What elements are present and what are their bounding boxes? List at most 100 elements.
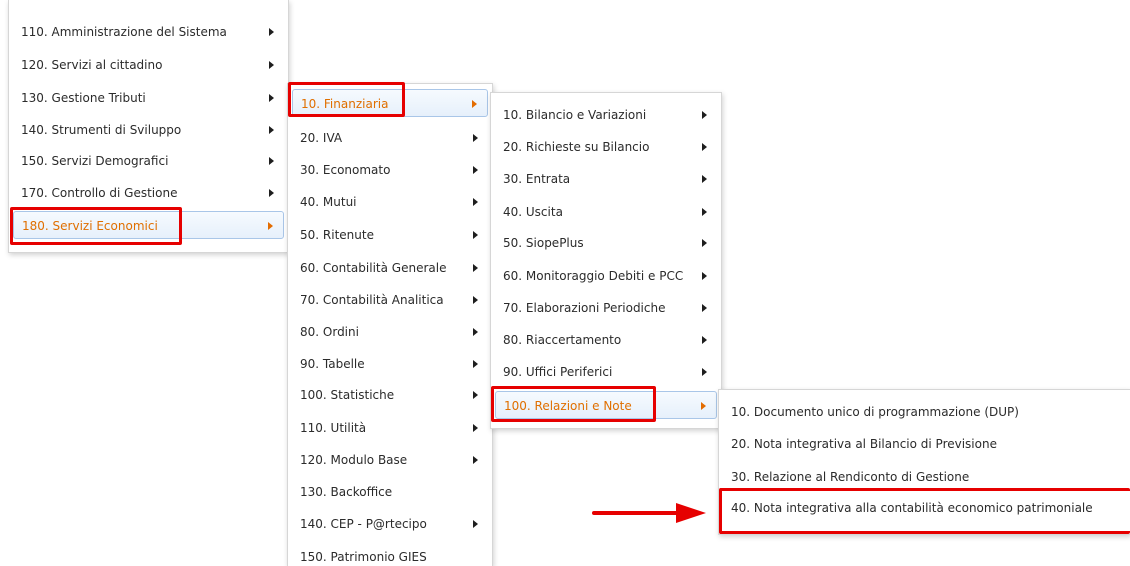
- menu-item-servizi-cittadino[interactable]: 120. Servizi al cittadino: [13, 51, 284, 79]
- menu-item-entrata[interactable]: 30. Entrata: [495, 165, 717, 193]
- menu-item-label: 10. Documento unico di programmazione (D…: [731, 405, 1019, 419]
- menu-item-label: 30. Relazione al Rendiconto di Gestione: [731, 470, 970, 484]
- menu-item-label: 180. Servizi Economici: [22, 219, 158, 233]
- menu-item-label: 20. IVA: [300, 131, 343, 145]
- menu-item-label: 20. Nota integrativa al Bilancio di Prev…: [731, 437, 997, 451]
- menu-item-backoffice[interactable]: 130. Backoffice: [292, 478, 488, 506]
- caret-right-icon: [473, 456, 478, 464]
- menu-item-label: 10. Bilancio e Variazioni: [503, 108, 647, 122]
- menu-item-riaccertamento[interactable]: 80. Riaccertamento: [495, 326, 717, 354]
- menu-item-label: 60. Contabilità Generale: [300, 261, 447, 275]
- menu-item-label: 110. Utilità: [300, 421, 367, 435]
- caret-right-icon: [269, 61, 274, 69]
- menu-item-finanziaria[interactable]: 10. Finanziaria: [292, 89, 488, 117]
- caret-right-icon: [473, 328, 478, 336]
- caret-right-icon: [702, 336, 707, 344]
- submenu-finanziaria: 10. Bilancio e Variazioni 20. Richieste …: [490, 92, 722, 429]
- menu-item-amministrazione-sistema[interactable]: 110. Amministrazione del Sistema: [13, 18, 284, 46]
- caret-right-icon: [473, 198, 478, 206]
- menu-item-label: 30. Economato: [300, 163, 391, 177]
- menu-item-label: 170. Controllo di Gestione: [21, 186, 178, 200]
- caret-right-icon: [473, 166, 478, 174]
- caret-right-icon: [472, 100, 477, 108]
- menu-item-ritenute[interactable]: 50. Ritenute: [292, 221, 488, 249]
- caret-right-icon: [268, 222, 273, 230]
- menu-item-label: 40. Uscita: [503, 205, 563, 219]
- caret-right-icon: [473, 520, 478, 528]
- menu-item-label: 100. Statistiche: [300, 388, 395, 402]
- caret-right-icon: [702, 304, 707, 312]
- menu-item-label: 20. Richieste su Bilancio: [503, 140, 650, 154]
- caret-right-icon: [473, 424, 478, 432]
- caret-right-icon: [473, 231, 478, 239]
- submenu-servizi-economici: 10. Finanziaria 20. IVA 30. Economato 40…: [287, 83, 493, 566]
- menu-item-label: 100. Relazioni e Note: [504, 399, 632, 413]
- menu-item-ordini[interactable]: 80. Ordini: [292, 318, 488, 346]
- caret-right-icon: [269, 126, 274, 134]
- submenu-relazioni-note: 10. Documento unico di programmazione (D…: [718, 389, 1130, 535]
- menu-item-relazione-rendiconto-gestione[interactable]: 30. Relazione al Rendiconto di Gestione: [723, 463, 1126, 491]
- menu-item-servizi-demografici[interactable]: 150. Servizi Demografici: [13, 147, 284, 175]
- menu-item-relazioni-note[interactable]: 100. Relazioni e Note: [495, 391, 717, 419]
- menu-item-mutui[interactable]: 40. Mutui: [292, 188, 488, 216]
- menu-item-gestione-tributi[interactable]: 130. Gestione Tributi: [13, 84, 284, 112]
- menu-item-siopeplus[interactable]: 50. SiopePlus: [495, 229, 717, 257]
- menu-item-label: 150. Patrimonio GIES: [300, 550, 427, 564]
- menu-item-label: 110. Amministrazione del Sistema: [21, 25, 227, 39]
- caret-right-icon: [473, 360, 478, 368]
- menu-item-contabilita-analitica[interactable]: 70. Contabilità Analitica: [292, 286, 488, 314]
- caret-right-icon: [701, 402, 706, 410]
- menu-item-statistiche[interactable]: 100. Statistiche: [292, 381, 488, 409]
- menu-item-label: 70. Elaborazioni Periodiche: [503, 301, 666, 315]
- application-stage: 110. Amministrazione del Sistema 120. Se…: [0, 0, 1130, 566]
- menu-item-label: 90. Uffici Periferici: [503, 365, 613, 379]
- menu-item-label: 130. Gestione Tributi: [21, 91, 146, 105]
- menu-item-strumenti-sviluppo[interactable]: 140. Strumenti di Sviluppo: [13, 116, 284, 144]
- menu-item-richieste-bilancio[interactable]: 20. Richieste su Bilancio: [495, 133, 717, 161]
- caret-right-icon: [473, 391, 478, 399]
- menu-item-bilancio-variazioni[interactable]: 10. Bilancio e Variazioni: [495, 101, 717, 129]
- menu-item-elaborazioni-periodiche[interactable]: 70. Elaborazioni Periodiche: [495, 294, 717, 322]
- caret-right-icon: [473, 134, 478, 142]
- menu-item-label: 10. Finanziaria: [301, 97, 389, 111]
- caret-right-icon: [473, 296, 478, 304]
- menu-item-servizi-economici[interactable]: 180. Servizi Economici: [13, 211, 284, 239]
- caret-right-icon: [702, 175, 707, 183]
- menu-item-label: 140. CEP - P@rtecipo: [300, 517, 427, 531]
- menu-item-cep-partecipo[interactable]: 140. CEP - P@rtecipo: [292, 510, 488, 538]
- menu-item-patrimonio-gies[interactable]: 150. Patrimonio GIES: [292, 543, 488, 566]
- menu-item-contabilita-generale[interactable]: 60. Contabilità Generale: [292, 254, 488, 282]
- arrow-right-icon: [592, 503, 706, 523]
- menu-item-label: 50. Ritenute: [300, 228, 374, 242]
- menu-item-label: 120. Modulo Base: [300, 453, 408, 467]
- caret-right-icon: [702, 239, 707, 247]
- menu-item-label: 80. Riaccertamento: [503, 333, 622, 347]
- menu-item-nota-integrativa-contabilita-economico-patrimoniale[interactable]: 40. Nota integrativa alla contabilità ec…: [723, 494, 1126, 522]
- menu-item-uffici-periferici[interactable]: 90. Uffici Periferici: [495, 358, 717, 386]
- menu-item-monitoraggio-debiti-pcc[interactable]: 60. Monitoraggio Debiti e PCC: [495, 262, 717, 290]
- menu-item-label: 60. Monitoraggio Debiti e PCC: [503, 269, 684, 283]
- menu-item-documento-unico-programmazione[interactable]: 10. Documento unico di programmazione (D…: [723, 398, 1126, 426]
- menu-item-label: 40. Nota integrativa alla contabilità ec…: [731, 501, 1093, 515]
- main-menu: 110. Amministrazione del Sistema 120. Se…: [8, 0, 289, 253]
- menu-item-label: 130. Backoffice: [300, 485, 393, 499]
- menu-item-economato[interactable]: 30. Economato: [292, 156, 488, 184]
- caret-right-icon: [702, 111, 707, 119]
- menu-item-label: 70. Contabilità Analitica: [300, 293, 444, 307]
- caret-right-icon: [702, 143, 707, 151]
- menu-item-label: 150. Servizi Demografici: [21, 154, 169, 168]
- caret-right-icon: [269, 189, 274, 197]
- menu-item-utilita[interactable]: 110. Utilità: [292, 414, 488, 442]
- menu-item-uscita[interactable]: 40. Uscita: [495, 198, 717, 226]
- menu-item-label: 120. Servizi al cittadino: [21, 58, 163, 72]
- menu-item-tabelle[interactable]: 90. Tabelle: [292, 350, 488, 378]
- caret-right-icon: [269, 28, 274, 36]
- menu-item-label: 140. Strumenti di Sviluppo: [21, 123, 182, 137]
- menu-item-label: 30. Entrata: [503, 172, 571, 186]
- menu-item-iva[interactable]: 20. IVA: [292, 124, 488, 152]
- menu-item-label: 80. Ordini: [300, 325, 359, 339]
- menu-item-modulo-base[interactable]: 120. Modulo Base: [292, 446, 488, 474]
- menu-item-nota-integrativa-bilancio-previsione[interactable]: 20. Nota integrativa al Bilancio di Prev…: [723, 430, 1126, 458]
- menu-item-controllo-gestione[interactable]: 170. Controllo di Gestione: [13, 179, 284, 207]
- caret-right-icon: [269, 94, 274, 102]
